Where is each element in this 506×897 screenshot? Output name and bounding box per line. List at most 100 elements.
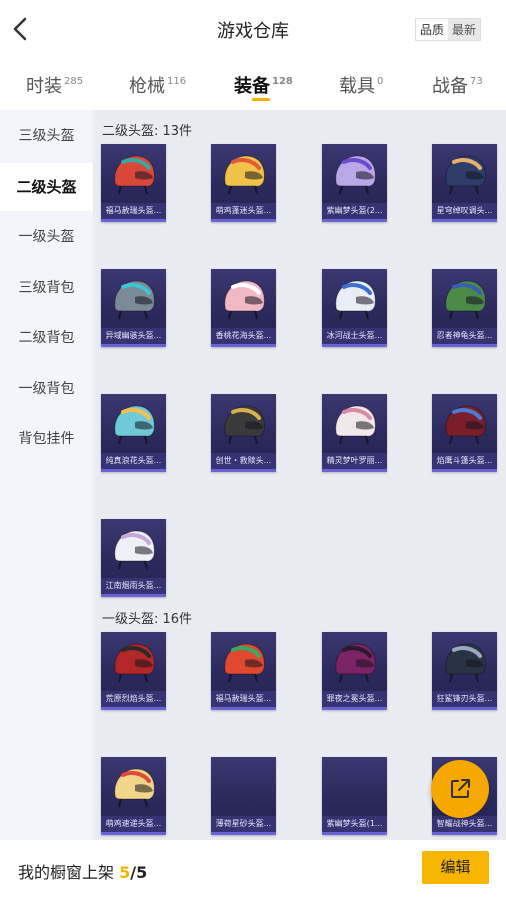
sidebar: 三级头盔 二级头盔 一级头盔 三级背包 二级背包 一级背包 背包挂件 — [0, 110, 93, 840]
category-tabs: 时装 285 枪械 116 装备 128 载具 0 战备 73 — [0, 60, 506, 110]
helmet-icon — [335, 405, 376, 445]
item-card[interactable]: 焰鹰斗篷头盔... — [432, 394, 497, 472]
sidebar-item-level1-helmet[interactable]: 一级头盔 — [0, 213, 93, 261]
item-card[interactable]: 紫幽梦头盔(1... — [322, 757, 387, 835]
item-card-name: 福马赦瑞头盔... — [101, 203, 166, 219]
item-card[interactable]: 福马赦瑞头盔... — [211, 632, 276, 710]
tab-count: 0 — [377, 76, 384, 87]
edit-button[interactable]: 编辑 — [422, 851, 489, 884]
item-card[interactable]: 江南烟雨头盔... — [101, 519, 166, 597]
item-card[interactable]: 萌鸡蓬迷头盔... — [211, 144, 276, 222]
share-button[interactable] — [431, 760, 489, 818]
tab-count: 285 — [64, 76, 84, 87]
item-card-name: 萌鸡速递头盔... — [101, 816, 166, 832]
tab-equipment[interactable]: 装备 128 — [234, 72, 293, 98]
active-tab-indicator — [252, 98, 270, 101]
item-card[interactable]: 香桃花海头盔... — [211, 269, 276, 347]
showcase-bar: 我的橱窗上架 5/5 编辑 — [0, 840, 506, 897]
showcase-label: 我的橱窗上架 — [18, 863, 115, 882]
tab-label: 时装 — [26, 76, 62, 97]
helmet-icon — [335, 643, 376, 683]
item-card-name: 香桃花海头盔... — [211, 328, 276, 344]
sort-newest-button[interactable]: 最新 — [448, 19, 481, 40]
item-card[interactable]: 紫幽梦头盔(2... — [322, 144, 387, 222]
item-card[interactable]: 荒原烈焰头盔... — [101, 632, 166, 710]
showcase-status: 我的橱窗上架 5/5 — [18, 859, 147, 883]
sidebar-item-level2-backpack[interactable]: 二级背包 — [0, 314, 93, 362]
item-card[interactable]: 福马赦瑞头盔... — [101, 144, 166, 222]
item-card-name: 焰鹰斗篷头盔... — [432, 453, 497, 469]
helmet-icon — [114, 643, 155, 683]
helmet-icon — [224, 643, 265, 683]
tab-label: 枪械 — [129, 76, 165, 97]
item-card-name: 荒原烈焰头盔... — [101, 691, 166, 707]
item-card-name: 薄荷星砂头盔... — [211, 816, 276, 832]
sidebar-item-level1-backpack[interactable]: 一级背包 — [0, 365, 93, 413]
item-card-name: 紫幽梦头盔(2... — [322, 203, 387, 219]
helmet-icon — [335, 280, 376, 320]
tab-count: 73 — [470, 76, 483, 87]
warehouse-page: 游戏仓库 品质 最新 时装 285 枪械 116 装备 128 载具 0 战备 73 三级… — [0, 0, 506, 897]
helmet-icon — [445, 155, 486, 195]
section-title-level1: 一级头盔: 16件 — [102, 612, 193, 627]
share-external-icon — [451, 779, 470, 798]
item-card[interactable]: 忍者神龟头盔... — [432, 269, 497, 347]
item-card[interactable]: 冰河战士头盔... — [322, 269, 387, 347]
tab-count: 116 — [167, 76, 187, 87]
item-card-name: 创世・救赎头... — [211, 453, 276, 469]
item-card-name: 罪夜之冕头盔... — [322, 691, 387, 707]
showcase-current-count: 5 — [119, 863, 131, 882]
item-card-name: 福马赦瑞头盔... — [211, 691, 276, 707]
helmet-icon — [114, 155, 155, 195]
helmet-icon — [224, 280, 265, 320]
tab-vehicles[interactable]: 载具 0 — [339, 72, 383, 98]
item-card-name: 星穹绰叹调头... — [432, 203, 497, 219]
sort-toggle: 品质 最新 — [415, 18, 482, 41]
item-card-name: 冰河战士头盔... — [322, 328, 387, 344]
item-card[interactable]: 萌鸡速递头盔... — [101, 757, 166, 835]
item-card-name: 纯真浪花头盔... — [101, 453, 166, 469]
tab-count: 128 — [272, 76, 293, 87]
tab-fashion[interactable]: 时装 285 — [26, 72, 83, 98]
sidebar-item-backpack-charm[interactable]: 背包挂件 — [0, 415, 93, 463]
helmet-icon — [114, 280, 155, 320]
helmet-icon — [114, 530, 155, 570]
helmet-icon — [114, 768, 155, 808]
item-card-name: 江南烟雨头盔... — [101, 578, 166, 594]
tab-label: 载具 — [339, 76, 375, 97]
tab-label: 战备 — [432, 76, 468, 97]
helmet-icon — [224, 405, 265, 445]
item-card-name: 紫幽梦头盔(1... — [322, 816, 387, 832]
item-card-name: 忍者神龟头盔... — [432, 328, 497, 344]
item-card[interactable]: 异域幽骇头盔... — [101, 269, 166, 347]
helmet-icon — [445, 643, 486, 683]
sidebar-item-level2-helmet[interactable]: 二级头盔 — [0, 163, 93, 211]
item-card[interactable]: 星穹绰叹调头... — [432, 144, 497, 222]
helmet-icon — [445, 405, 486, 445]
item-card-name: 萌鸡蓬迷头盔... — [211, 203, 276, 219]
tab-supplies[interactable]: 战备 73 — [432, 72, 483, 98]
item-grid: 二级头盔: 13件 一级头盔: 16件 福马赦瑞头盔... 萌鸡蓬迷头盔... 紫幽… — [93, 110, 506, 840]
item-card[interactable]: 创世・救赎头... — [211, 394, 276, 472]
helmet-icon — [114, 405, 155, 445]
item-card[interactable]: 罪夜之冕头盔... — [322, 632, 387, 710]
tab-firearms[interactable]: 枪械 116 — [129, 72, 186, 98]
tab-label: 装备 — [234, 76, 270, 97]
showcase-total-count: /5 — [130, 863, 148, 882]
item-card[interactable]: 狂鲨锋刃头盔... — [432, 632, 497, 710]
sidebar-item-level3-backpack[interactable]: 三级背包 — [0, 264, 93, 312]
helmet-icon — [335, 155, 376, 195]
helmet-icon — [445, 280, 486, 320]
helmet-icon — [224, 155, 265, 195]
sort-quality-button[interactable]: 品质 — [416, 19, 449, 40]
item-card[interactable]: 精灵梦叶罗丽... — [322, 394, 387, 472]
item-card[interactable]: 薄荷星砂头盔... — [211, 757, 276, 835]
item-card-name: 精灵梦叶罗丽... — [322, 453, 387, 469]
item-card-name: 异域幽骇头盔... — [101, 328, 166, 344]
item-card[interactable]: 纯真浪花头盔... — [101, 394, 166, 472]
item-card-name: 智耀战神头盔... — [432, 816, 497, 832]
sidebar-item-level3-helmet[interactable]: 三级头盔 — [0, 112, 93, 160]
section-title-level2: 二级头盔: 13件 — [102, 124, 193, 139]
item-card-name: 狂鲨锋刃头盔... — [432, 691, 497, 707]
header: 游戏仓库 品质 最新 — [0, 0, 506, 60]
